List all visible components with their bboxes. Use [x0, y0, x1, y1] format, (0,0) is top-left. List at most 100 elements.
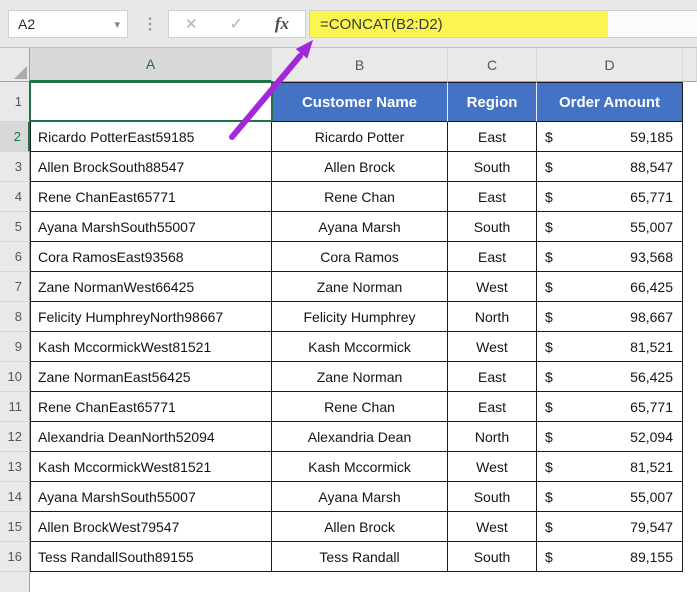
- formula-input[interactable]: =CONCAT(B2:D2): [309, 10, 697, 38]
- cell-B4[interactable]: Rene Chan: [272, 182, 448, 212]
- cell-B9[interactable]: Kash Mccormick: [272, 332, 448, 362]
- column-header-C[interactable]: C: [448, 48, 537, 82]
- cell-D7[interactable]: $66,425: [537, 272, 683, 302]
- cell-C12[interactable]: North: [448, 422, 537, 452]
- cell-D15[interactable]: $79,547: [537, 512, 683, 542]
- cell-A16[interactable]: Tess RandallSouth89155: [30, 542, 272, 572]
- cell-C7[interactable]: West: [448, 272, 537, 302]
- amount-value: 59,185: [630, 128, 673, 145]
- drag-handle-icon: ⋮: [142, 16, 158, 33]
- cell-A8[interactable]: Felicity HumphreyNorth98667: [30, 302, 272, 332]
- insert-function-icon[interactable]: fx: [275, 14, 289, 34]
- cell-B10[interactable]: Zane Norman: [272, 362, 448, 392]
- cell-D11[interactable]: $65,771: [537, 392, 683, 422]
- cell-B6[interactable]: Cora Ramos: [272, 242, 448, 272]
- cell-D6[interactable]: $93,568: [537, 242, 683, 272]
- cell-D14[interactable]: $55,007: [537, 482, 683, 512]
- column-header-A[interactable]: A: [30, 48, 272, 82]
- cell-A14[interactable]: Ayana MarshSouth55007: [30, 482, 272, 512]
- cell-C1-region-header[interactable]: Region: [448, 82, 537, 122]
- cell-B11[interactable]: Rene Chan: [272, 392, 448, 422]
- cell-D3[interactable]: $88,547: [537, 152, 683, 182]
- cell-B16[interactable]: Tess Randall: [272, 542, 448, 572]
- cell-B13[interactable]: Kash Mccormick: [272, 452, 448, 482]
- amount-value: 55,007: [630, 488, 673, 505]
- name-box[interactable]: A2 ▾: [8, 10, 128, 38]
- cell-B8[interactable]: Felicity Humphrey: [272, 302, 448, 332]
- cell-A6[interactable]: Cora RamosEast93568: [30, 242, 272, 272]
- cell-C13[interactable]: West: [448, 452, 537, 482]
- row-header-6[interactable]: 6: [0, 242, 30, 272]
- row-header-17-partial[interactable]: [0, 572, 30, 592]
- cell-A7[interactable]: Zane NormanWest66425: [30, 272, 272, 302]
- cancel-icon[interactable]: ✕: [185, 15, 198, 33]
- cell-D13[interactable]: $81,521: [537, 452, 683, 482]
- cell-A11[interactable]: Rene ChanEast65771: [30, 392, 272, 422]
- cell-C8[interactable]: North: [448, 302, 537, 332]
- cell-D10[interactable]: $56,425: [537, 362, 683, 392]
- cell-D4[interactable]: $65,771: [537, 182, 683, 212]
- cell-B1-customer-name-header[interactable]: Customer Name: [272, 82, 448, 122]
- row-header-14[interactable]: 14: [0, 482, 30, 512]
- cell-D2[interactable]: $59,185: [537, 122, 683, 152]
- cell-D16[interactable]: $89,155: [537, 542, 683, 572]
- row-header-16[interactable]: 16: [0, 542, 30, 572]
- cell-A4[interactable]: Rene ChanEast65771: [30, 182, 272, 212]
- row-header-15[interactable]: 15: [0, 512, 30, 542]
- cell-A10[interactable]: Zane NormanEast56425: [30, 362, 272, 392]
- chevron-down-icon[interactable]: ▾: [114, 18, 127, 31]
- cell-C11[interactable]: East: [448, 392, 537, 422]
- select-all-corner[interactable]: [0, 48, 30, 82]
- cell-B7[interactable]: Zane Norman: [272, 272, 448, 302]
- cell-A12[interactable]: Alexandria DeanNorth52094: [30, 422, 272, 452]
- cell-D5[interactable]: $55,007: [537, 212, 683, 242]
- currency-symbol: $: [545, 458, 553, 475]
- cell-A5[interactable]: Ayana MarshSouth55007: [30, 212, 272, 242]
- cell-C15[interactable]: West: [448, 512, 537, 542]
- cell-C16[interactable]: South: [448, 542, 537, 572]
- row-header-5[interactable]: 5: [0, 212, 30, 242]
- column-header-E-partial[interactable]: [683, 48, 697, 82]
- cell-B3[interactable]: Allen Brock: [272, 152, 448, 182]
- column-header-B[interactable]: B: [272, 48, 448, 82]
- cell-D1-order-amount-header[interactable]: Order Amount: [537, 82, 683, 122]
- cell-B14[interactable]: Ayana Marsh: [272, 482, 448, 512]
- cell-A9[interactable]: Kash MccormickWest81521: [30, 332, 272, 362]
- cell-C9[interactable]: West: [448, 332, 537, 362]
- column-header-D[interactable]: D: [537, 48, 683, 82]
- row-header-1[interactable]: 1: [0, 82, 30, 122]
- cell-B12[interactable]: Alexandria Dean: [272, 422, 448, 452]
- row-header-3[interactable]: 3: [0, 152, 30, 182]
- cell-B2[interactable]: Ricardo Potter: [272, 122, 448, 152]
- row-header-13[interactable]: 13: [0, 452, 30, 482]
- cell-A15[interactable]: Allen BrockWest79547: [30, 512, 272, 542]
- row-header-9[interactable]: 9: [0, 332, 30, 362]
- cell-C3[interactable]: South: [448, 152, 537, 182]
- cell-B15[interactable]: Allen Brock: [272, 512, 448, 542]
- cell-C14[interactable]: South: [448, 482, 537, 512]
- row-header-2[interactable]: 2: [0, 122, 30, 152]
- enter-icon[interactable]: ✓: [229, 14, 242, 34]
- cell-D9[interactable]: $81,521: [537, 332, 683, 362]
- row-header-12[interactable]: 12: [0, 422, 30, 452]
- cell-C6[interactable]: East: [448, 242, 537, 272]
- row-header-11[interactable]: 11: [0, 392, 30, 422]
- cell-C5[interactable]: South: [448, 212, 537, 242]
- row-header-7[interactable]: 7: [0, 272, 30, 302]
- cell-B5[interactable]: Ayana Marsh: [272, 212, 448, 242]
- cell-D8[interactable]: $98,667: [537, 302, 683, 332]
- cell-A1[interactable]: [30, 82, 272, 122]
- cell-C2[interactable]: East: [448, 122, 537, 152]
- cell-A2[interactable]: Ricardo PotterEast59185: [30, 122, 272, 152]
- cell-A13[interactable]: Kash MccormickWest81521: [30, 452, 272, 482]
- cell-A3[interactable]: Allen BrockSouth88547: [30, 152, 272, 182]
- amount-value: 65,771: [630, 398, 673, 415]
- row-header-8[interactable]: 8: [0, 302, 30, 332]
- row-header-10[interactable]: 10: [0, 362, 30, 392]
- currency-symbol: $: [545, 308, 553, 325]
- cell-D12[interactable]: $52,094: [537, 422, 683, 452]
- row-header-4[interactable]: 4: [0, 182, 30, 212]
- cell-C10[interactable]: East: [448, 362, 537, 392]
- name-box-value: A2: [18, 16, 36, 32]
- cell-C4[interactable]: East: [448, 182, 537, 212]
